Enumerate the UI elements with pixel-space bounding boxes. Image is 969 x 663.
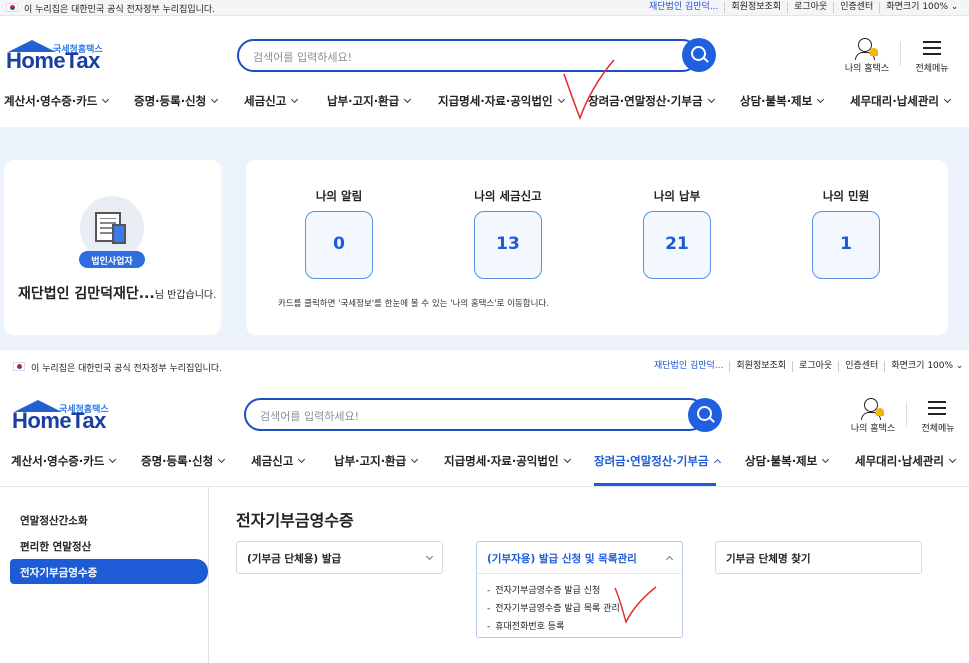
submenu-phone-register[interactable]: 휴대전화번호 등록: [487, 619, 564, 632]
stat-label-tax-filing: 나의 세금신고: [474, 189, 542, 203]
screen-size-select[interactable]: 화면크기 100% ⌄: [884, 361, 969, 372]
search-icon[interactable]: [688, 398, 722, 432]
main-nav: 계산서·영수증·카드 증명·등록·신청 세금신고 납부·고지·환급 지급명세·자…: [0, 89, 969, 113]
nav-item-certificate[interactable]: 증명·등록·신청: [134, 93, 219, 109]
all-menu-label[interactable]: 전체메뉴: [916, 421, 960, 434]
logout-link[interactable]: 로그아웃: [787, 2, 833, 13]
hometax-logo[interactable]: HomeTax: [12, 408, 106, 434]
submenu-issue-request[interactable]: 전자기부금영수증 발급 신청: [487, 583, 600, 596]
stat-notification-button[interactable]: 0: [305, 211, 373, 279]
corporate-badge: 법인사업자: [79, 251, 145, 268]
my-hometax-label[interactable]: 나의 홈택스: [849, 421, 897, 434]
gov-notice-bar: 이 누리집은 대한민국 공식 전자정부 누리집입니다. 재단법인 김만덕... …: [0, 0, 969, 16]
accordion-donor-issue[interactable]: (기부자용) 발급 신청 및 목록관리: [476, 541, 683, 574]
nav-item-certificate[interactable]: 증명·등록·신청: [141, 453, 226, 469]
korea-flag-icon: [6, 3, 18, 12]
sidebar-item-convenient-yearend[interactable]: 편리한 연말정산: [20, 539, 91, 554]
stat-petition-button[interactable]: 1: [812, 211, 880, 279]
nav-item-invoice[interactable]: 계산서·영수증·카드: [4, 93, 110, 109]
main-nav: 계산서·영수증·카드 증명·등록·신청 세금신고 납부·고지·환급 지급명세·자…: [0, 449, 969, 473]
nav-divider: [0, 486, 969, 487]
logout-link[interactable]: 로그아웃: [792, 361, 838, 372]
nav-item-tax-agent[interactable]: 세무대리·납세관리: [855, 453, 957, 469]
nav-item-incentives[interactable]: 장려금·연말정산·기부금: [594, 453, 721, 469]
sidebar-divider: [208, 487, 209, 663]
search-input[interactable]: 검색어를 입력하세요!: [237, 39, 699, 72]
nav-item-invoice[interactable]: 계산서·영수증·카드: [11, 453, 117, 469]
my-hometax-label[interactable]: 나의 홈택스: [843, 61, 891, 74]
stat-label-petition: 나의 민원: [822, 189, 870, 203]
bell-icon: [876, 408, 884, 416]
top-links: 재단법인 김만덕... 회원정보조회 로그아웃 인증센터 화면크기 100% ⌄: [643, 2, 964, 13]
menu-icon[interactable]: [923, 41, 941, 43]
cert-center-link[interactable]: 인증센터: [838, 361, 884, 372]
stat-payment-button[interactable]: 21: [643, 211, 711, 279]
nav-item-consulting[interactable]: 상담·불복·제보: [745, 453, 830, 469]
chevron-up-icon: [665, 555, 674, 564]
header-divider: [900, 42, 901, 66]
gov-notice-text: 이 누리집은 대한민국 공식 전자정부 누리집입니다.: [31, 364, 223, 374]
header-divider: [906, 402, 907, 426]
hometax-logo[interactable]: HomeTax: [6, 48, 100, 74]
stat-label-payment: 나의 납부: [653, 189, 701, 203]
nav-item-statements[interactable]: 지급명세·자료·공익법인: [438, 93, 565, 109]
chevron-down-icon: [425, 552, 434, 561]
gov-notice-text: 이 누리집은 대한민국 공식 전자정부 누리집입니다.: [24, 5, 216, 15]
bell-icon: [870, 48, 878, 56]
member-info-link[interactable]: 회원정보조회: [724, 2, 787, 13]
building-small-icon: [112, 224, 126, 244]
cert-center-link[interactable]: 인증센터: [833, 2, 879, 13]
nav-item-statements[interactable]: 지급명세·자료·공익법인: [444, 453, 571, 469]
accordion-org-issue[interactable]: (기부금 단체용) 발급: [236, 541, 443, 574]
nav-item-consulting[interactable]: 상담·불복·제보: [740, 93, 825, 109]
stat-label-notification: 나의 알림: [315, 189, 363, 203]
top-links: 재단법인 김만덕... 회원정보조회 로그아웃 인증센터 화면크기 100% ⌄: [648, 361, 969, 372]
stats-note: 카드를 클릭하면 '국세정보'를 한눈에 볼 수 있는 '나의 홈택스'로 이동…: [278, 299, 549, 309]
member-info-link[interactable]: 회원정보조회: [729, 361, 792, 372]
org-name-link[interactable]: 재단법인 김만덕...: [643, 2, 724, 13]
submenu-issue-list[interactable]: 전자기부금영수증 발급 목록 관리: [487, 601, 620, 614]
nav-item-tax-filing[interactable]: 세금신고: [251, 453, 306, 469]
profile-greeting: 재단법인 김만덕재단...님 반갑습니다.: [18, 286, 217, 302]
sidebar-item-simplified-yearend[interactable]: 연말정산간소화: [20, 513, 88, 528]
accordion-org-search[interactable]: 기부금 단체명 찾기: [715, 541, 922, 574]
search-icon[interactable]: [682, 38, 716, 72]
nav-item-payment[interactable]: 납부·고지·환급: [327, 93, 412, 109]
menu-icon[interactable]: [928, 401, 946, 403]
org-name-link[interactable]: 재단법인 김만덕...: [648, 361, 729, 372]
page-title: 전자기부금영수증: [236, 511, 354, 530]
all-menu-label[interactable]: 전체메뉴: [910, 61, 954, 74]
nav-item-payment[interactable]: 납부·고지·환급: [334, 453, 419, 469]
nav-item-tax-filing[interactable]: 세금신고: [244, 93, 299, 109]
nav-item-incentives[interactable]: 장려금·연말정산·기부금: [588, 93, 715, 109]
stat-tax-filing-button[interactable]: 13: [474, 211, 542, 279]
gov-notice-bar-2: 이 누리집은 대한민국 공식 전자정부 누리집입니다. 재단법인 김만덕... …: [0, 358, 969, 376]
search-input[interactable]: 검색어를 입력하세요!: [244, 398, 706, 431]
sidebar-item-donation-receipt-label: 전자기부금영수증: [20, 567, 98, 579]
korea-flag-icon: [13, 362, 25, 371]
nav-item-tax-agent[interactable]: 세무대리·납세관리: [850, 93, 952, 109]
screen-size-select[interactable]: 화면크기 100% ⌄: [879, 2, 964, 13]
